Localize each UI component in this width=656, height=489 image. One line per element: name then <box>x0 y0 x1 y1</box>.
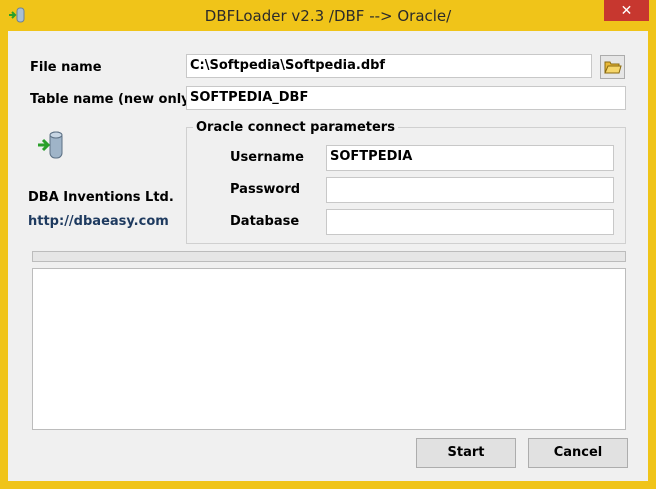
file-name-label: File name <box>30 60 102 75</box>
close-icon: ✕ <box>620 2 633 18</box>
password-field[interactable] <box>326 177 614 203</box>
file-name-field[interactable]: C:\Softpedia\Softpedia.dbf <box>186 54 592 78</box>
log-area[interactable] <box>32 268 626 430</box>
title-bar[interactable]: DBFLoader v2.3 /DBF --> Oracle/ ✕ <box>0 0 656 31</box>
start-button[interactable]: Start <box>416 438 516 468</box>
browse-button[interactable] <box>600 55 625 79</box>
window-title: DBFLoader v2.3 /DBF --> Oracle/ <box>204 7 452 25</box>
password-label: Password <box>230 182 301 197</box>
folder-open-icon <box>604 60 622 79</box>
table-name-field[interactable]: SOFTPEDIA_DBF <box>186 86 626 110</box>
db-import-icon <box>36 130 66 165</box>
vendor-link[interactable]: http://dbaeasy.com <box>28 214 169 229</box>
oracle-group-title: Oracle connect parameters <box>193 120 398 135</box>
progress-bar <box>32 251 626 262</box>
cancel-button[interactable]: Cancel <box>528 438 628 468</box>
username-label: Username <box>230 150 304 165</box>
close-button[interactable]: ✕ <box>604 0 649 21</box>
database-field[interactable] <box>326 209 614 235</box>
database-label: Database <box>230 214 300 229</box>
table-name-label: Table name (new only) <box>30 92 196 107</box>
app-window: DBFLoader v2.3 /DBF --> Oracle/ ✕ File n… <box>0 0 656 489</box>
vendor-name: DBA Inventions Ltd. <box>28 190 174 205</box>
username-field[interactable]: SOFTPEDIA <box>326 145 614 171</box>
dialog-client: File name C:\Softpedia\Softpedia.dbf Tab… <box>8 31 648 481</box>
